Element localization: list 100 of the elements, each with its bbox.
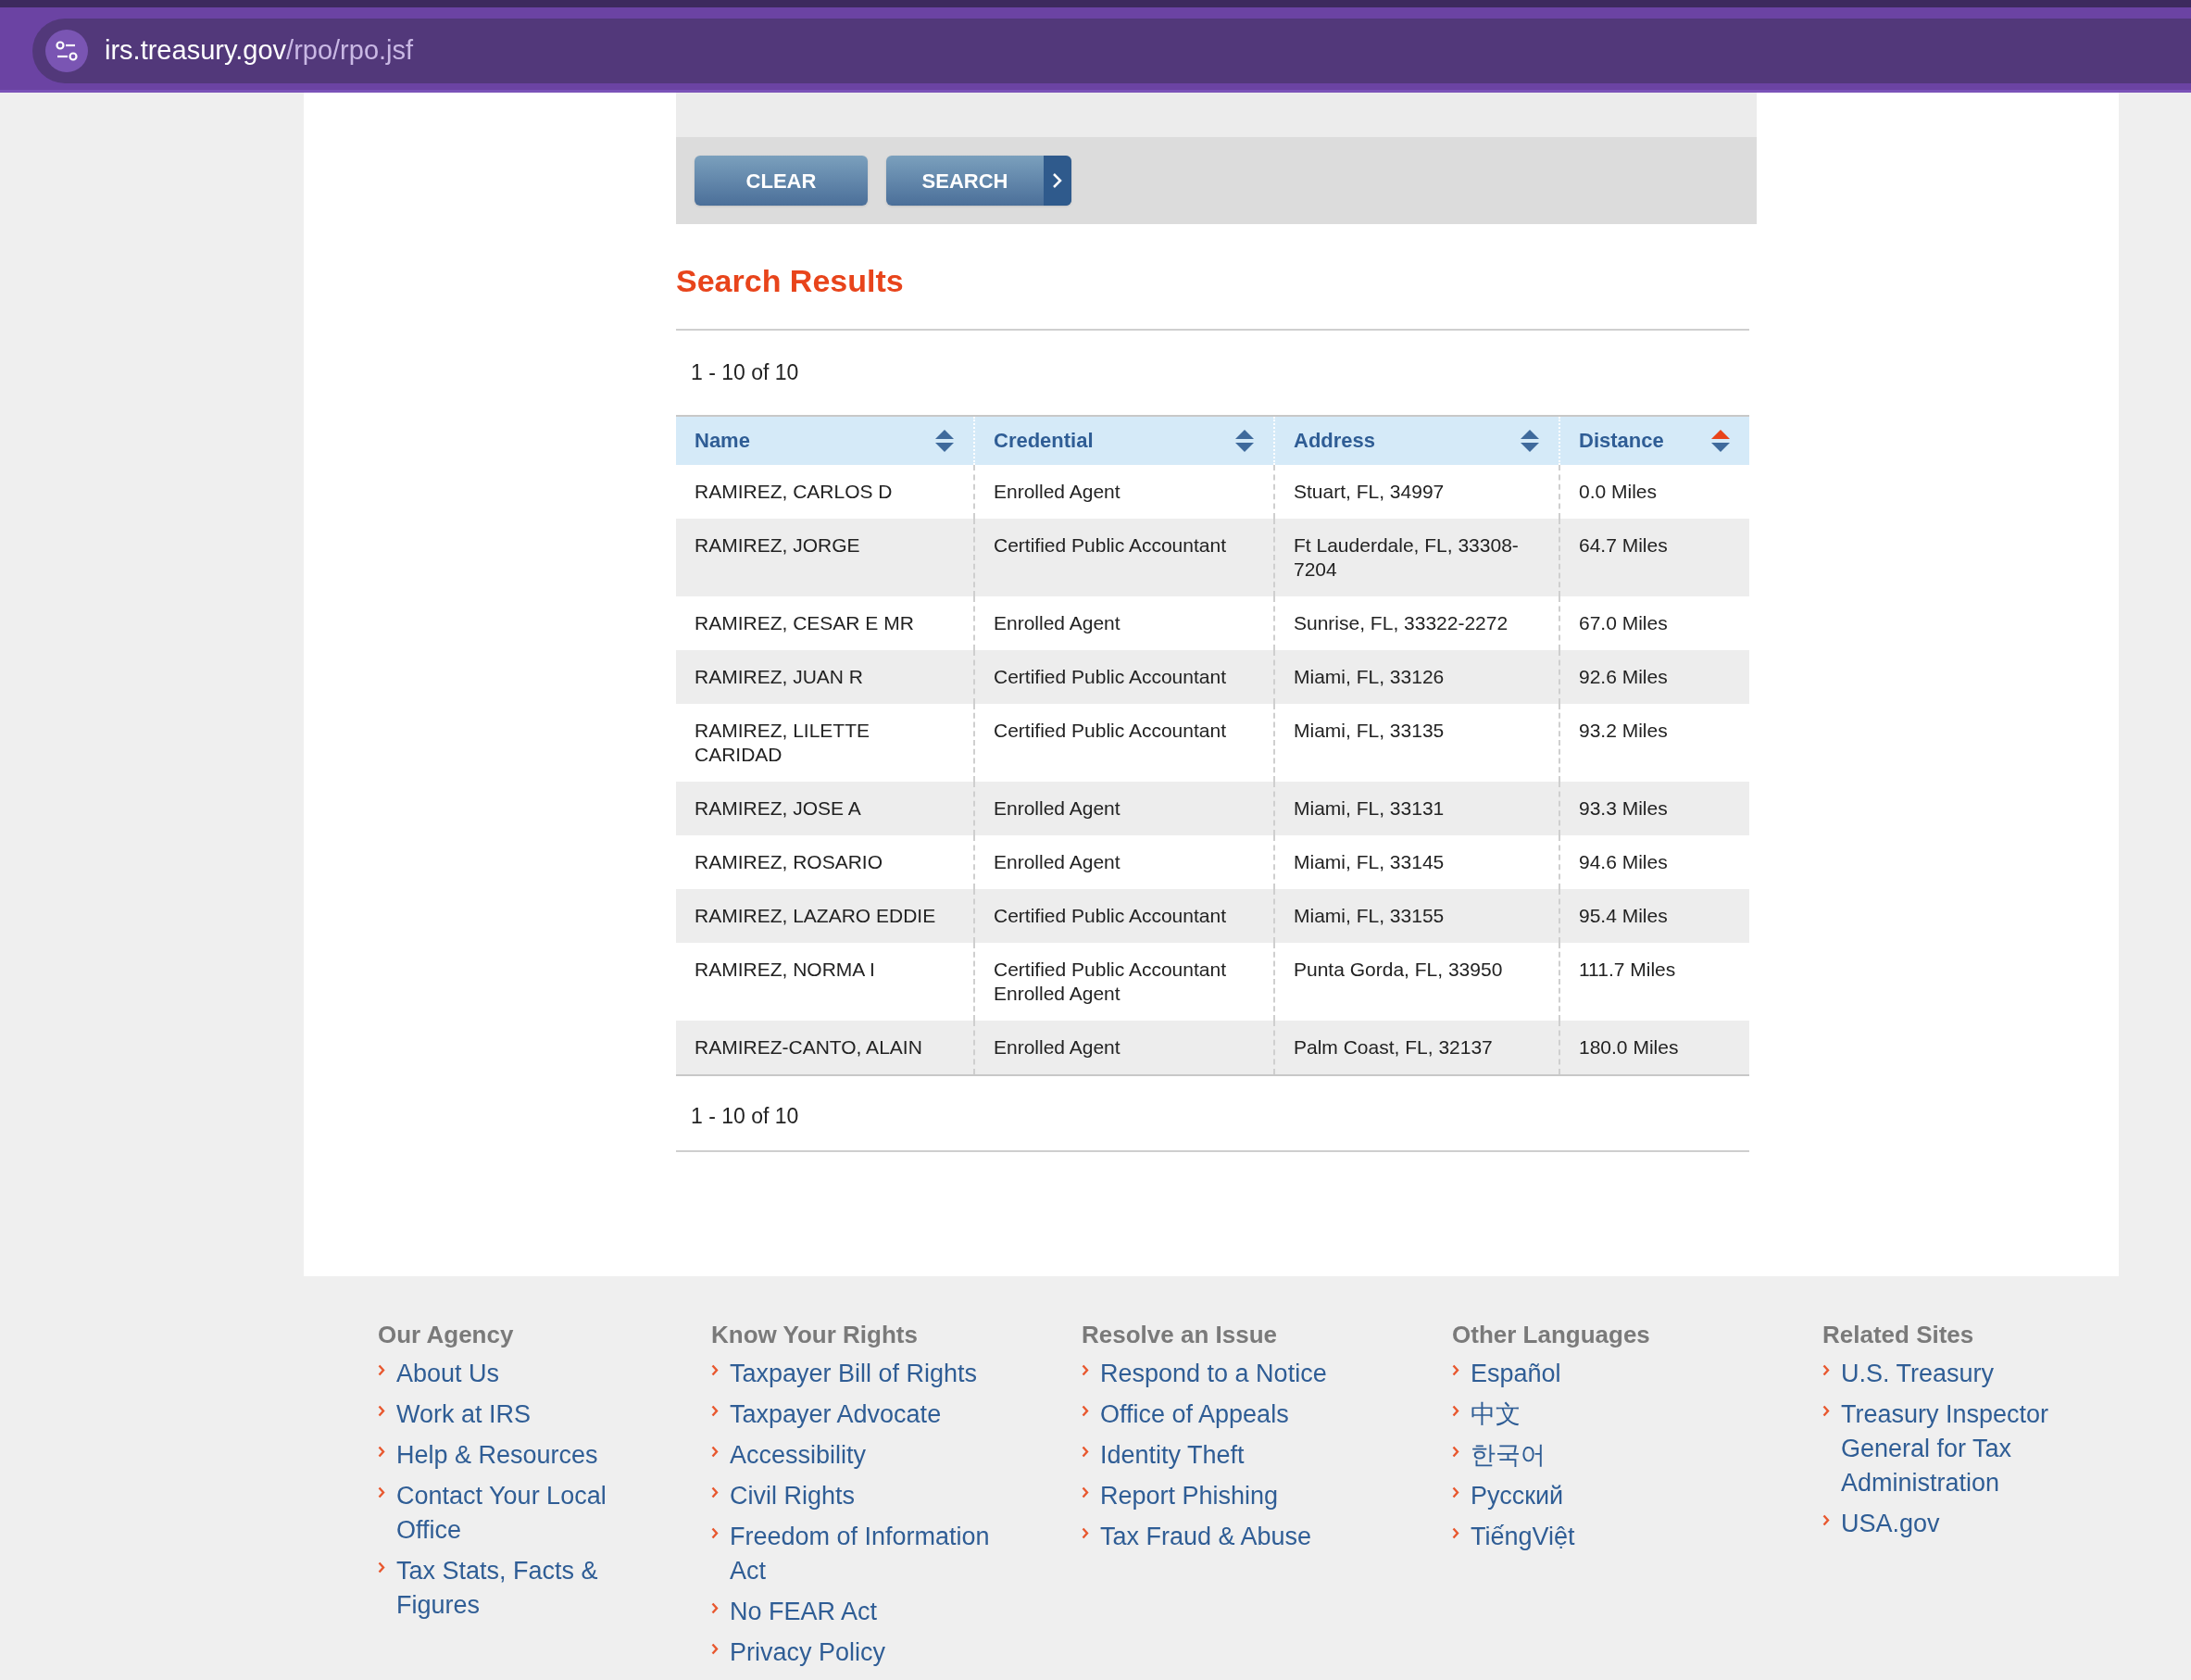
table-cell-text: RAMIREZ, ROSARIO — [695, 849, 884, 874]
table-cell-text: Enrolled Agent — [994, 610, 1121, 635]
footer-heading: Resolve an Issue — [1082, 1320, 1277, 1350]
chevron-right-icon — [378, 1446, 385, 1458]
table-cell-text: Miami, FL, 33155 — [1294, 903, 1446, 928]
table-cell-text: 64.7 Miles — [1579, 533, 1669, 558]
search-button[interactable]: SEARCH — [886, 156, 1071, 206]
table-cell-text: Certified Public Accountant — [994, 664, 1227, 689]
footer-link[interactable]: Tax Fraud & Abuse — [1100, 1520, 1378, 1554]
footer-link[interactable]: No FEAR Act — [730, 1595, 998, 1629]
footer-link[interactable]: 中文 — [1471, 1398, 1711, 1432]
table-cell-text: Miami, FL, 33131 — [1294, 796, 1446, 821]
table-cell-text: Certified Public Accountant — [994, 957, 1227, 982]
table-cell-text: RAMIREZ, JUAN R — [695, 664, 864, 689]
chevron-right-icon — [711, 1446, 719, 1458]
chevron-right-icon — [1082, 1364, 1089, 1376]
table-cell-text: 95.4 Miles — [1579, 903, 1669, 928]
table-cell-text: Enrolled Agent — [994, 796, 1121, 821]
table-cell-text: 93.2 Miles — [1579, 718, 1669, 743]
clear-button[interactable]: CLEAR — [695, 156, 868, 206]
footer-link[interactable]: Contact Your Local Office — [396, 1479, 619, 1548]
chevron-right-icon — [1452, 1405, 1459, 1417]
chevron-right-icon — [1452, 1486, 1459, 1498]
table-cell-text: 0.0 Miles — [1579, 479, 1659, 504]
chevron-right-icon — [1452, 1527, 1459, 1539]
chevron-right-icon — [1082, 1446, 1089, 1458]
table-cell-text: Punta Gorda, FL, 33950 — [1294, 957, 1504, 982]
chevron-right-icon — [1822, 1364, 1830, 1376]
table-cell-text: RAMIREZ, CESAR E MR — [695, 610, 915, 635]
footer-link[interactable]: Civil Rights — [730, 1479, 998, 1513]
footer-link[interactable]: Respond to a Notice — [1100, 1357, 1378, 1391]
footer-link[interactable]: Office of Appeals — [1100, 1398, 1378, 1432]
footer-link[interactable]: Tax Stats, Facts & Figures — [396, 1554, 619, 1623]
chevron-right-icon — [711, 1405, 719, 1417]
table-cell-text: 180.0 Miles — [1579, 1034, 1680, 1059]
table-cell-text: Enrolled Agent — [994, 1034, 1121, 1059]
url-text: irs.treasury.gov/rpo/rpo.jsf — [105, 34, 414, 68]
table-cell-text: RAMIREZ, NORMA I — [695, 957, 876, 982]
footer-link[interactable]: Español — [1471, 1357, 1711, 1391]
chevron-right-icon — [1082, 1405, 1089, 1417]
footer-link[interactable]: Русский — [1471, 1479, 1711, 1513]
address-bar[interactable]: irs.treasury.gov/rpo/rpo.jsf — [32, 19, 2191, 83]
chevron-right-icon — [378, 1561, 385, 1573]
result-range: 1 - 10 of 10 — [691, 359, 799, 386]
table-cell-text: Certified Public Accountant — [994, 718, 1227, 743]
chevron-right-icon — [1082, 1486, 1089, 1498]
table-cell-text: 92.6 Miles — [1579, 664, 1669, 689]
section-heading: Search Results — [676, 262, 904, 300]
footer-link[interactable]: Identity Theft — [1100, 1438, 1378, 1473]
table-cell-text: Sunrise, FL, 33322-2272 — [1294, 610, 1509, 635]
chevron-right-icon — [711, 1364, 719, 1376]
footer-heading: Know Your Rights — [711, 1320, 918, 1350]
chevron-right-icon — [711, 1486, 719, 1498]
table-cell-text: RAMIREZ, CARLOS D — [695, 479, 894, 504]
footer-link[interactable]: 한국어 — [1471, 1438, 1711, 1473]
column-header[interactable]: Distance — [1560, 416, 1749, 465]
table-cell-text: Enrolled Agent — [994, 981, 1121, 1006]
chevron-right-icon — [1822, 1514, 1830, 1526]
footer-link[interactable]: Report Phishing — [1100, 1479, 1378, 1513]
footer-heading: Related Sites — [1822, 1320, 1974, 1350]
table-cell-text: Stuart, FL, 34997 — [1294, 479, 1446, 504]
table-cell-text: Miami, FL, 33135 — [1294, 718, 1446, 743]
chevron-right-icon — [378, 1405, 385, 1417]
footer-link[interactable]: Accessibility — [730, 1438, 998, 1473]
table-cell-text: Ft Lauderdale, FL, 33308-7204 — [1294, 533, 1520, 582]
table-cell-text: Certified Public Accountant — [994, 903, 1227, 928]
table-cell-text: Enrolled Agent — [994, 849, 1121, 874]
chevron-right-icon — [378, 1486, 385, 1498]
footer-link[interactable]: About Us — [396, 1357, 619, 1391]
footer-link[interactable]: Treasury Inspector General for Tax Administration — [1841, 1398, 2063, 1500]
footer-link[interactable]: Help & Resources — [396, 1438, 619, 1473]
chevron-right-icon — [711, 1643, 719, 1655]
chevron-right-icon — [711, 1602, 719, 1614]
table-cell-text: 67.0 Miles — [1579, 610, 1669, 635]
table-cell-text: 94.6 Miles — [1579, 849, 1669, 874]
chevron-right-icon — [1052, 172, 1063, 189]
footer-link[interactable]: TiếngViệt — [1471, 1520, 1711, 1554]
table-cell-text: RAMIREZ, JOSE A — [695, 796, 862, 821]
footer-heading: Other Languages — [1452, 1320, 1650, 1350]
chevron-right-icon — [1822, 1405, 1830, 1417]
footer-link[interactable]: U.S. Treasury — [1841, 1357, 2063, 1391]
footer-link[interactable]: Work at IRS — [396, 1398, 619, 1432]
table-cell-text: RAMIREZ-CANTO, ALAIN — [695, 1034, 923, 1059]
table-cell-text: Miami, FL, 33145 — [1294, 849, 1446, 874]
result-range: 1 - 10 of 10 — [691, 1102, 799, 1130]
site-settings-icon[interactable] — [45, 30, 88, 72]
chevron-right-icon — [1452, 1364, 1459, 1376]
footer-link[interactable]: Taxpayer Advocate — [730, 1398, 998, 1432]
footer-link[interactable]: USA.gov — [1841, 1507, 2063, 1541]
chevron-right-icon — [1082, 1527, 1089, 1539]
footer-heading: Our Agency — [378, 1320, 514, 1350]
table-cell-text: Certified Public Accountant — [994, 533, 1227, 558]
footer-link[interactable]: Privacy Policy — [730, 1636, 998, 1670]
chevron-right-icon — [378, 1364, 385, 1376]
chevron-right-icon — [711, 1527, 719, 1539]
footer-link[interactable]: Taxpayer Bill of Rights — [730, 1357, 998, 1391]
footer-link[interactable]: Freedom of Information Act — [730, 1520, 998, 1588]
table-cell-text: Enrolled Agent — [994, 479, 1121, 504]
table-cell-text: Miami, FL, 33126 — [1294, 664, 1446, 689]
table-cell-text: 111.7 Miles — [1579, 957, 1677, 982]
